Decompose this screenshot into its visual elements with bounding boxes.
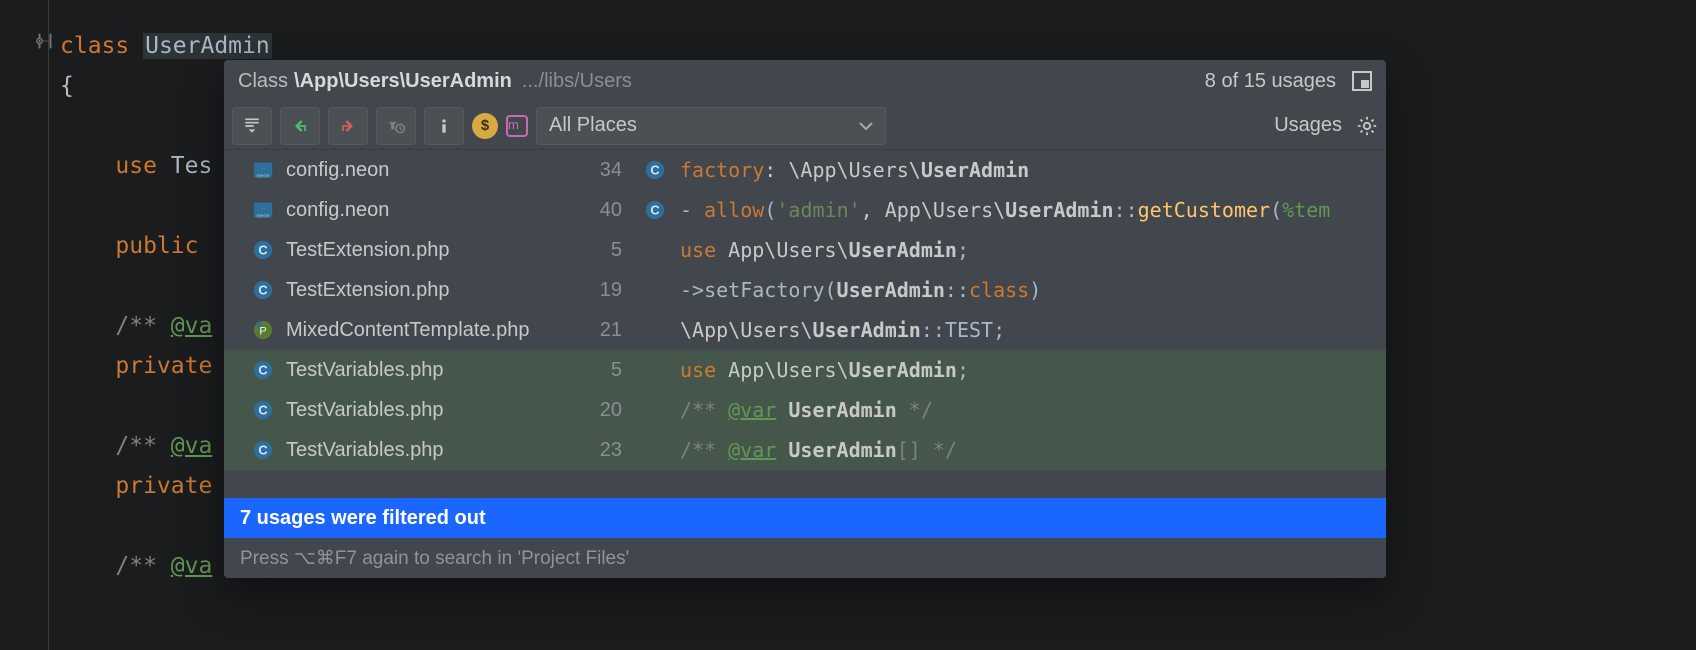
results-list: ∷neonconfig.neon34Cfactory: \App\Users\U…	[224, 150, 1386, 498]
file-name: TestVariables.php	[286, 359, 586, 382]
gutter-collapse-icon[interactable]	[34, 30, 62, 58]
code-snippet: /** @var UserAdmin */	[680, 398, 933, 422]
line-number: 23	[586, 439, 622, 462]
next-occurrence-button[interactable]	[328, 107, 368, 145]
dollar-icon[interactable]: $	[472, 113, 498, 139]
gear-icon[interactable]	[1356, 115, 1378, 137]
line-number: 34	[586, 159, 622, 182]
usage-type-icon	[644, 439, 666, 461]
svg-text:C: C	[258, 363, 267, 378]
svg-text:C: C	[650, 163, 659, 178]
file-name: TestExtension.php	[286, 239, 586, 262]
file-name: TestVariables.php	[286, 439, 586, 462]
code-snippet: - allow('admin', App\Users\UserAdmin::ge…	[680, 198, 1330, 222]
file-name: MixedContentTemplate.php	[286, 319, 586, 342]
filtered-banner[interactable]: 7 usages were filtered out	[224, 498, 1386, 538]
usage-row[interactable]: C TestVariables.php23 /** @var UserAdmin[]…	[224, 430, 1386, 470]
svg-text:neon: neon	[256, 173, 269, 179]
svg-text:C: C	[258, 403, 267, 418]
popup-header: Class \App\Users\UserAdmin .../libs/User…	[224, 60, 1386, 102]
usages-popup: Class \App\Users\UserAdmin .../libs/User…	[224, 60, 1386, 578]
header-fqn: \App\Users\UserAdmin	[294, 70, 512, 93]
usage-type-icon: C	[644, 159, 666, 181]
line-number: 20	[586, 399, 622, 422]
prev-occurrence-button[interactable]	[280, 107, 320, 145]
file-name: config.neon	[286, 159, 586, 182]
code-snippet: /** @var UserAdmin[] */	[680, 438, 957, 462]
usage-row[interactable]: C TestVariables.php5 use App\Users\UserAdm…	[224, 350, 1386, 390]
usage-type-icon	[644, 239, 666, 261]
header-prefix: Class	[238, 70, 288, 93]
svg-text:C: C	[258, 283, 267, 298]
open-find-window-button[interactable]	[232, 107, 272, 145]
gutter-line	[48, 0, 49, 650]
class-file-icon: C	[252, 239, 274, 261]
svg-text:C: C	[650, 203, 659, 218]
usage-row[interactable]: ∷neon config.neon34 Cfactory: \App\Users\U…	[224, 150, 1386, 190]
scope-value: All Places	[549, 114, 637, 137]
filter-button[interactable]	[376, 107, 416, 145]
code-snippet: factory: \App\Users\UserAdmin	[680, 158, 1029, 182]
info-button[interactable]	[424, 107, 464, 145]
svg-text:P: P	[259, 326, 266, 338]
file-name: TestVariables.php	[286, 399, 586, 422]
svg-text:∷: ∷	[261, 166, 265, 172]
header-path: .../libs/Users	[522, 70, 632, 93]
file-name: TestExtension.php	[286, 279, 586, 302]
pin-icon[interactable]	[1352, 71, 1372, 91]
usage-counter: 8 of 15 usages	[1205, 70, 1336, 93]
usage-row[interactable]: ∷neon config.neon40 C - allow('admin', App\…	[224, 190, 1386, 230]
usage-row[interactable]: C TestExtension.php5 use App\Users\UserAdm…	[224, 230, 1386, 270]
svg-text:neon: neon	[256, 213, 269, 219]
usage-row[interactable]: C TestVariables.php20 /** @var UserAdmin *…	[224, 390, 1386, 430]
scope-selector[interactable]: All Places	[536, 107, 886, 145]
code-snippet: use App\Users\UserAdmin;	[680, 238, 969, 262]
code-snippet: ->setFactory(UserAdmin::class)	[680, 278, 1041, 302]
neon-file-icon: ∷neon	[252, 159, 274, 181]
usages-link[interactable]: Usages	[1274, 114, 1342, 137]
usage-type-icon	[644, 359, 666, 381]
class-file-icon: C	[252, 399, 274, 421]
chevron-down-icon	[859, 114, 873, 137]
method-icon[interactable]: m	[506, 115, 528, 137]
line-number: 40	[586, 199, 622, 222]
usage-row[interactable]: P MixedContentTemplate.php21 \App\Users\Us…	[224, 310, 1386, 350]
neon-file-icon: ∷neon	[252, 199, 274, 221]
svg-text:C: C	[258, 243, 267, 258]
class-file-icon: C	[252, 439, 274, 461]
popup-toolbar: $ m All Places Usages	[224, 102, 1386, 150]
file-name: config.neon	[286, 199, 586, 222]
usage-row[interactable]: C TestExtension.php19 ->setFactory(UserAdm…	[224, 270, 1386, 310]
class-file-icon: C	[252, 279, 274, 301]
line-number: 21	[586, 319, 622, 342]
line-number: 5	[586, 359, 622, 382]
code-snippet: use App\Users\UserAdmin;	[680, 358, 969, 382]
usage-type-icon: C	[644, 199, 666, 221]
class-file-icon: C	[252, 359, 274, 381]
usage-type-icon	[644, 319, 666, 341]
usage-type-icon	[644, 279, 666, 301]
svg-text:∷: ∷	[261, 206, 265, 212]
php-file-icon: P	[252, 319, 274, 341]
usage-type-icon	[644, 399, 666, 421]
code-snippet: \App\Users\UserAdmin::TEST;	[680, 318, 1005, 342]
line-number: 5	[586, 239, 622, 262]
svg-text:C: C	[258, 443, 267, 458]
line-number: 19	[586, 279, 622, 302]
hint-text: Press ⌥⌘F7 again to search in 'Project F…	[224, 538, 1386, 578]
